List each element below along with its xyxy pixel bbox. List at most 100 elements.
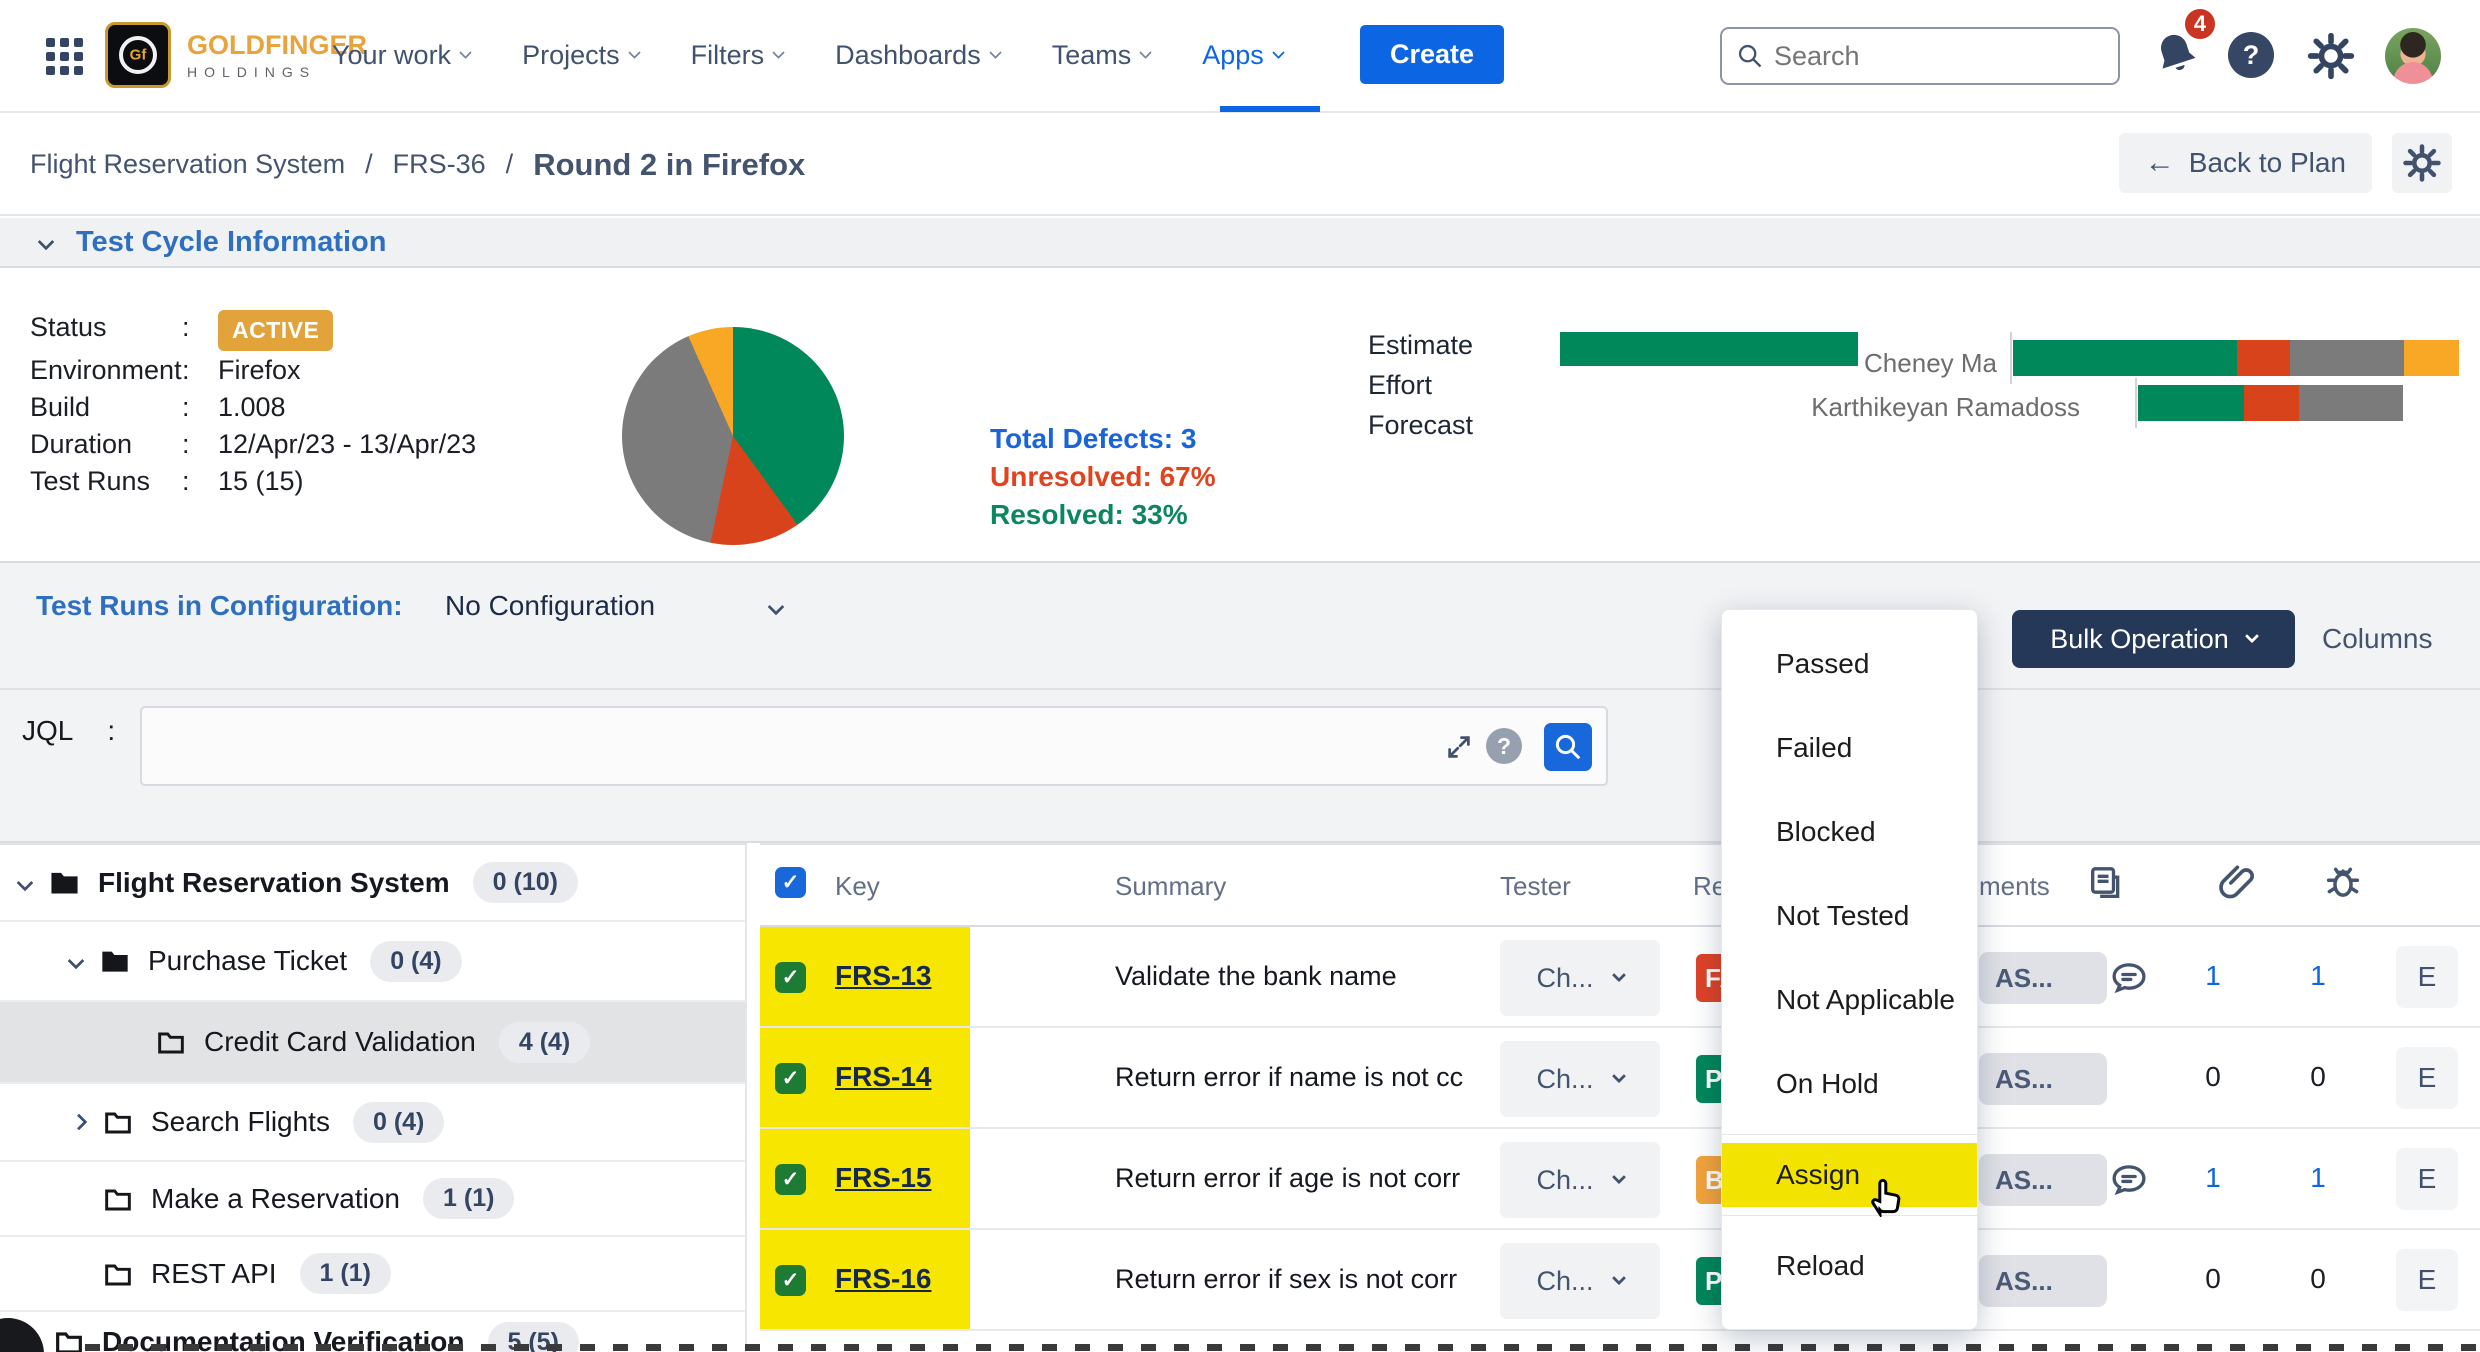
menu-item-reload[interactable]: Reload xyxy=(1722,1224,1977,1308)
test-summary: Validate the bank name xyxy=(1115,961,1495,992)
folder-filled-icon xyxy=(48,866,81,899)
global-search[interactable] xyxy=(1720,27,2120,85)
test-script-column-icon[interactable] xyxy=(2086,863,2126,903)
jql-query-box: ? xyxy=(140,706,1608,786)
tree-item-purchase-ticket[interactable]: Purchase Ticket 0 (4) xyxy=(0,922,745,1002)
breadcrumb-issue[interactable]: FRS-36 xyxy=(393,149,486,180)
summary-column-header[interactable]: Summary xyxy=(1115,871,1226,902)
defects-count[interactable]: 1 xyxy=(2285,960,2351,992)
chevron-down-icon[interactable] xyxy=(17,874,34,891)
nav-dashboards[interactable]: Dashboards xyxy=(835,40,1000,71)
attachments-count[interactable]: 1 xyxy=(2180,1162,2246,1194)
nav-teams[interactable]: Teams xyxy=(1052,40,1151,71)
test-key-link[interactable]: FRS-13 xyxy=(835,960,931,992)
test-summary: Return error if sex is not corr xyxy=(1115,1264,1495,1295)
tree-item-flight-reservation-system[interactable]: Flight Reservation System 0 (10) xyxy=(0,845,745,922)
total-defects: Total Defects: 3 xyxy=(990,420,1216,458)
nav-projects[interactable]: Projects xyxy=(522,40,639,71)
tree-item-rest-api[interactable]: REST API 1 (1) xyxy=(0,1237,745,1312)
test-key-link[interactable]: FRS-14 xyxy=(835,1061,931,1093)
defects-count[interactable]: 1 xyxy=(2285,1162,2351,1194)
tree-item-credit-card-validation[interactable]: Credit Card Validation 4 (4) xyxy=(0,1002,745,1084)
comment-bubble-icon[interactable] xyxy=(2108,957,2150,999)
attachments-column-icon[interactable] xyxy=(2216,861,2258,903)
menu-item-blocked[interactable]: Blocked xyxy=(1722,790,1977,874)
execute-button[interactable]: E xyxy=(2396,1047,2458,1109)
row-checkbox[interactable]: ✓ xyxy=(775,1164,806,1195)
help-icon[interactable]: ? xyxy=(2228,32,2274,78)
comments-column-header-partial[interactable]: ments xyxy=(1979,871,2050,902)
chevron-down-icon[interactable] xyxy=(68,953,85,970)
chevron-down-icon xyxy=(989,46,1002,59)
create-button[interactable]: Create xyxy=(1360,25,1504,84)
jql-input[interactable] xyxy=(154,714,1434,778)
tester-select[interactable]: Ch... xyxy=(1500,1142,1660,1218)
collapse-chevron-icon[interactable] xyxy=(38,234,55,251)
tree-item-make-a-reservation[interactable]: Make a Reservation 1 (1) xyxy=(0,1162,745,1237)
menu-item-not-tested[interactable]: Not Tested xyxy=(1722,874,1977,958)
menu-item-on-hold[interactable]: On Hold xyxy=(1722,1042,1977,1126)
tester-column-header[interactable]: Tester xyxy=(1500,871,1571,902)
breadcrumb-project[interactable]: Flight Reservation System xyxy=(30,149,345,180)
tree-item-search-flights[interactable]: Search Flights 0 (4) xyxy=(0,1084,745,1162)
chevron-right-icon[interactable] xyxy=(71,1114,88,1131)
execute-button[interactable]: E xyxy=(2396,946,2458,1008)
bulk-operation-button[interactable]: Bulk Operation xyxy=(2012,610,2295,668)
tree-count-badge: 1 (1) xyxy=(423,1178,514,1219)
search-input[interactable] xyxy=(1774,41,2074,72)
top-navigation-bar: Gf GOLDFINGER HOLDINGS Your work Project… xyxy=(0,0,2480,113)
axis-tick xyxy=(2010,332,2012,384)
menu-item-not-applicable[interactable]: Not Applicable xyxy=(1722,958,1977,1042)
status-label: Status xyxy=(30,310,182,351)
build-label: Build xyxy=(30,390,182,425)
chevron-down-icon[interactable] xyxy=(768,599,785,616)
environment-label: Environment xyxy=(30,353,182,388)
attachments-count: 0 xyxy=(2180,1061,2246,1093)
tester-workload-bar xyxy=(2138,385,2403,421)
tester-select[interactable]: Ch... xyxy=(1500,1041,1660,1117)
row-checkbox[interactable]: ✓ xyxy=(775,1063,806,1094)
test-key-link[interactable]: FRS-15 xyxy=(835,1162,931,1194)
row-checkbox[interactable]: ✓ xyxy=(775,962,806,993)
defects-column-icon[interactable] xyxy=(2322,861,2364,903)
execute-button[interactable]: E xyxy=(2396,1148,2458,1210)
chevron-down-icon xyxy=(1272,46,1285,59)
key-column-header[interactable]: Key xyxy=(835,871,880,902)
cycle-settings-gear-icon[interactable] xyxy=(2392,133,2452,193)
expand-icon[interactable] xyxy=(1444,732,1474,762)
row-checkbox[interactable]: ✓ xyxy=(775,1265,806,1296)
nav-apps[interactable]: Apps xyxy=(1202,40,1283,71)
folder-filled-icon xyxy=(99,945,131,977)
settings-gear-icon[interactable] xyxy=(2305,30,2357,82)
active-tab-underline xyxy=(1220,106,1320,112)
back-to-plan-button[interactable]: ← Back to Plan xyxy=(2119,133,2372,193)
menu-item-failed[interactable]: Failed xyxy=(1722,706,1977,790)
test-key-link[interactable]: FRS-16 xyxy=(835,1263,931,1295)
company-logo[interactable]: Gf GOLDFINGER HOLDINGS xyxy=(105,22,367,88)
menu-item-passed[interactable]: Passed xyxy=(1722,622,1977,706)
defects-count: 0 xyxy=(2285,1061,2351,1093)
attachments-count[interactable]: 1 xyxy=(2180,960,2246,992)
execution-pie-chart xyxy=(622,327,844,545)
test-summary: Return error if age is not corr xyxy=(1115,1163,1495,1194)
app-switcher-icon[interactable] xyxy=(46,38,83,75)
user-avatar[interactable] xyxy=(2385,28,2441,84)
test-cycle-information-header[interactable]: Test Cycle Information xyxy=(0,218,2480,268)
menu-item-assign[interactable]: Assign xyxy=(1722,1143,1977,1207)
chevron-down-icon xyxy=(772,46,785,59)
nav-filters[interactable]: Filters xyxy=(691,40,784,71)
tester-select[interactable]: Ch... xyxy=(1500,1243,1660,1319)
nav-your-work[interactable]: Your work xyxy=(332,40,470,71)
columns-button[interactable]: Columns xyxy=(2322,623,2432,655)
divider xyxy=(0,688,2480,690)
comment-bubble-icon[interactable] xyxy=(2108,1159,2150,1201)
search-icon xyxy=(1736,42,1764,70)
jql-search-button[interactable] xyxy=(1544,723,1592,771)
select-all-checkbox[interactable]: ✓ xyxy=(775,867,806,898)
configuration-select[interactable]: No Configuration xyxy=(445,590,655,622)
build-value: 1.008 xyxy=(218,390,476,425)
jql-help-icon[interactable]: ? xyxy=(1486,728,1522,764)
tester-select[interactable]: Ch... xyxy=(1500,940,1660,1016)
execute-button[interactable]: E xyxy=(2396,1249,2458,1311)
menu-divider xyxy=(1722,1134,1977,1135)
